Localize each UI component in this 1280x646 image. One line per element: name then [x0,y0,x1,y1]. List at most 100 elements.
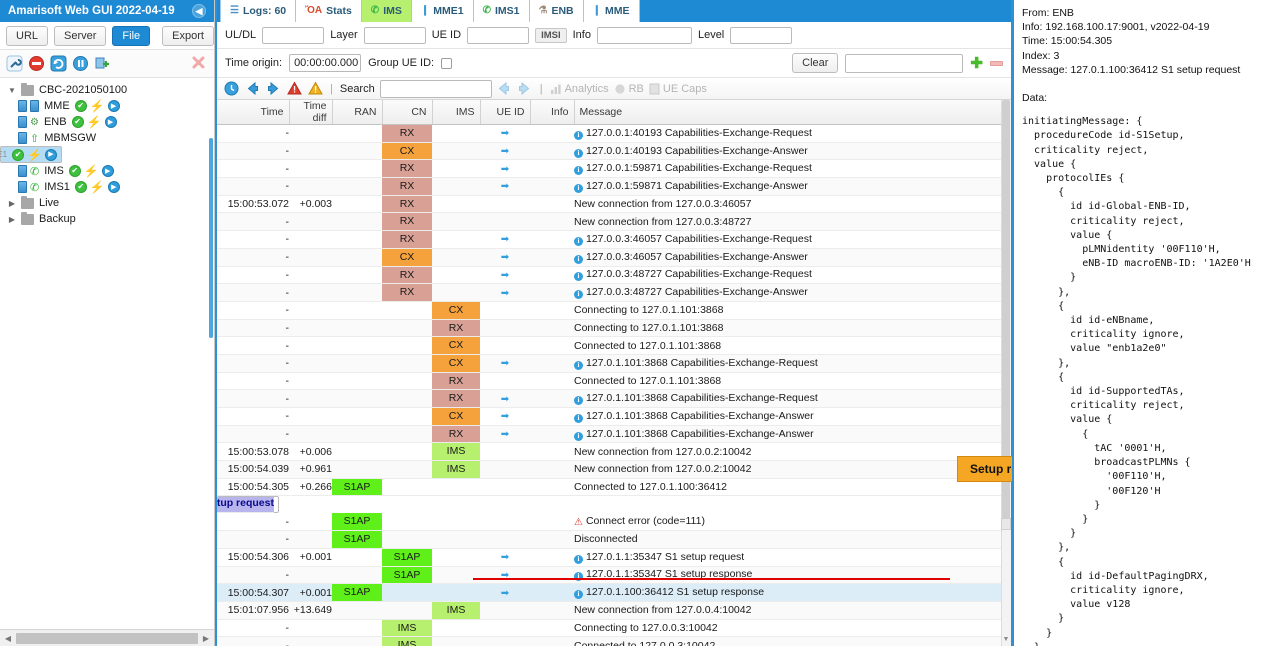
tab-ims1[interactable]: ✆ IMS1 [473,0,530,22]
search-input[interactable] [379,79,492,98]
file-button[interactable]: File [112,25,151,46]
analytics-button[interactable]: Analytics [550,83,609,95]
stop-icon[interactable] [28,55,45,72]
chevron-down-icon[interactable]: ▼ [6,86,18,95]
tree-item-cbc-2021050100[interactable]: ▼ CBC-2021050100 [0,82,214,98]
tab-mme1[interactable]: ❙ MME1 [411,0,474,22]
status-ok-icon[interactable]: ✔ [74,181,87,193]
tab-ims[interactable]: ✆ IMS [361,0,412,22]
table-row[interactable]: - RX ➡ i 127.0.0.3:46057 Capabilities-Exchan… [217,230,1007,249]
table-row[interactable]: - CX Connected to 127.0.1.101:3868 [217,336,1007,355]
arrow-left-icon[interactable] [244,81,260,97]
search-next-icon[interactable] [517,81,533,97]
sidebar-horizontal-scrollbar[interactable]: ◀ ▶ [0,629,214,646]
status-ok-icon[interactable]: ✔ [74,100,87,112]
time-origin-input[interactable]: 00:00:00.000 [289,54,362,72]
table-row[interactable]: -S1AP➡i127.0.1.100:36412 S1 setup reques… [217,496,279,514]
table-row[interactable]: - RX ➡ i 127.0.1.101:3868 Capabilities-Excha… [217,389,1007,408]
refresh-icon[interactable] [50,55,67,72]
ueid-select[interactable] [467,26,530,44]
table-row[interactable]: - RX ➡ i 127.0.0.3:48727 Capabilities-Exchan… [217,283,1007,302]
restart-icon[interactable]: ⚡ [90,100,105,112]
chevron-right-icon[interactable]: ▶ [6,199,18,208]
wrench-icon[interactable] [6,55,23,72]
table-row[interactable]: - IMS Connected to 127.0.0.3:10042 [217,636,1007,646]
play-icon[interactable]: ▶ [101,165,114,177]
table-row[interactable]: - CX ➡ i 127.0.0.3:46057 Capabilities-Exchan… [217,248,1007,267]
column-header-ue-id[interactable]: UE ID [480,100,531,125]
pause-icon[interactable] [72,55,89,72]
uldl-select[interactable] [262,26,325,44]
table-row[interactable]: - S1AP Disconnected [217,530,1007,549]
column-header-ims[interactable]: IMS [432,100,481,125]
restart-icon[interactable]: ⚡ [27,149,42,161]
column-header-info[interactable]: Info [530,100,575,125]
scroll-left-icon[interactable]: ◀ [2,634,14,643]
clear-button[interactable]: Clear [792,53,839,73]
info-select[interactable] [596,26,692,44]
server-tree[interactable]: ▼CBC-2021050100MME✔⚡▶⚙ENB✔⚡▶⇧MBMSGWMME1✔… [0,78,214,629]
tree-item-ims[interactable]: ✆ IMS ✔ ⚡ ▶ [0,163,214,179]
scroll-right-icon[interactable]: ▶ [200,634,212,643]
level-select[interactable] [730,26,793,44]
table-row[interactable]: - RX ➡ i 127.0.1.101:3868 Capabilities-Excha… [217,425,1007,444]
table-row[interactable]: 15:00:54.305 +0.266 S1AP Connected to 127.0… [217,478,1007,497]
add-server-icon[interactable] [94,55,111,72]
table-row[interactable]: 15:00:54.306 +0.001 S1AP ➡ i 127.0.1.1:35347 … [217,548,1007,567]
status-ok-icon[interactable]: ✔ [12,148,25,161]
play-icon[interactable]: ▶ [104,116,117,128]
table-row[interactable]: - RX ➡ i 127.0.0.3:48727 Capabilities-Exchan… [217,266,1007,285]
tab-enb[interactable]: ⚗ ENB [529,0,584,22]
collapse-sidebar-icon[interactable]: ◀ [192,4,206,18]
tab-mme[interactable]: ❙ MME [583,0,640,22]
table-row[interactable]: - RX ➡ i 127.0.0.1:59871 Capabilities-Exchan… [217,177,1007,196]
table-row[interactable]: - IMS Connecting to 127.0.0.3:10042 [217,619,1007,638]
scroll-thumb[interactable] [16,632,198,644]
table-scroll-splitter[interactable] [1001,518,1011,530]
table-row[interactable]: - CX Connecting to 127.0.1.101:3868 [217,301,1007,320]
play-icon[interactable]: ▶ [45,148,57,161]
url-button[interactable]: URL [6,25,49,46]
layer-select[interactable] [363,26,426,44]
restart-icon[interactable]: ⚡ [84,165,99,177]
imsi-button[interactable]: IMSI [535,27,567,43]
table-row[interactable]: - RX ➡ i 127.0.0.1:40193 Capabilities-Exchan… [217,124,1007,143]
tab-logs-60[interactable]: ☰ Logs: 60 [220,0,297,22]
restart-icon[interactable]: ⚡ [90,181,105,193]
tree-item-ims1[interactable]: ✆ IMS1 ✔ ⚡ ▶ [0,179,214,195]
play-icon[interactable]: ▶ [107,100,120,112]
uecaps-button[interactable]: UE Caps [649,83,707,95]
table-row[interactable]: - RX Connected to 127.0.1.101:3868 [217,372,1007,391]
status-ok-icon[interactable]: ✔ [71,116,84,128]
tree-item-mbmsgw[interactable]: ⇧ MBMSGW [0,130,214,146]
tree-item-backup[interactable]: ▶ Backup [0,211,214,227]
minus-icon[interactable] [990,60,1003,66]
table-row[interactable]: - CX ➡ i 127.0.0.1:40193 Capabilities-Exchan… [217,142,1007,161]
plus-icon[interactable]: ✚ [970,56,983,71]
tree-item-enb[interactable]: ⚙ ENB ✔ ⚡ ▶ [0,114,214,130]
tree-item-live[interactable]: ▶ Live [0,195,214,211]
table-row[interactable]: 15:00:54.307 +0.001 S1AP ➡ i 127.0.1.100:3641… [217,583,1007,602]
chevron-right-icon[interactable]: ▶ [6,215,18,224]
group-ueid-checkbox[interactable] [441,57,453,69]
column-header-time[interactable]: Time [217,100,290,125]
error-icon[interactable] [286,81,302,97]
tab-stats[interactable]: ὌA Stats [296,0,362,22]
detail-panel[interactable]: From: ENB Info: 192.168.100.17:9001, v20… [1012,0,1280,646]
table-row[interactable]: - CX ➡ i 127.0.1.101:3868 Capabilities-Excha… [217,354,1007,373]
table-row[interactable]: 15:00:53.072 +0.003 RX New connection from … [217,195,1007,214]
log-table-container[interactable]: Time Time diff RAN CN IMS UE ID Info Message -R… [217,100,1011,646]
rb-button[interactable]: RB [614,83,644,95]
arrow-right-icon[interactable] [265,81,281,97]
scroll-down-icon[interactable]: ▼ [1002,635,1010,644]
column-header-ran[interactable]: RAN [332,100,383,125]
table-row[interactable]: - S1AP ⚠ Connect error (code=111) [217,513,1007,532]
status-ok-icon[interactable]: ✔ [68,165,81,177]
export-button[interactable]: Export [162,25,214,46]
preset-select[interactable] [845,53,964,73]
table-vertical-scrollbar[interactable]: ▼ [1001,100,1011,646]
table-row[interactable]: - S1AP ➡ i 127.0.1.1:35347 S1 setup response [217,566,1007,585]
tree-item-mme1[interactable]: MME1 ✔⚡▶ [0,146,62,163]
table-row[interactable]: - RX New connection from 127.0.0.3:48727 [217,212,1007,232]
log-table-body[interactable]: - RX ➡ i 127.0.0.1:40193 Capabilities-Exchan… [217,124,1007,646]
